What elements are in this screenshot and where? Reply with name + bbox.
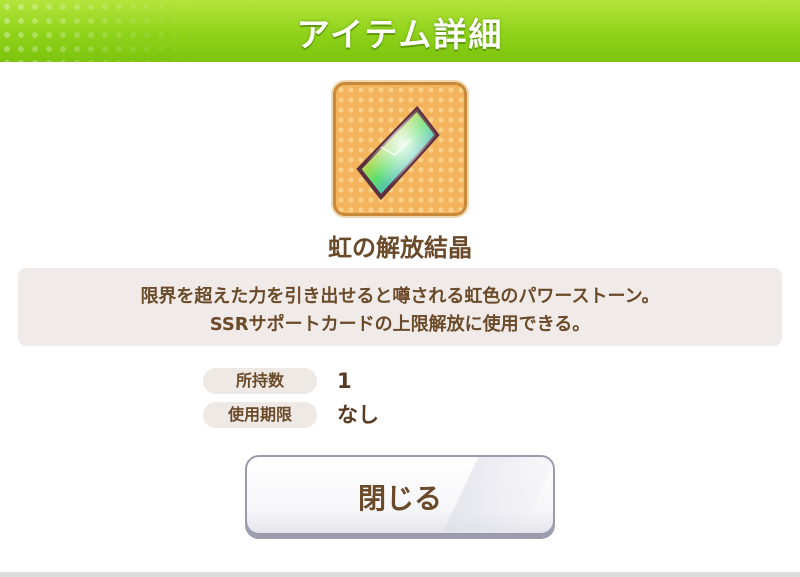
info-row-quantity: 所持数 1 [0, 366, 800, 396]
description-line-1: 限界を超えた力を引き出せると噂される虹色のパワーストーン。 [140, 286, 660, 307]
info-row-expiry: 使用期限 なし [0, 400, 800, 430]
description-line-2: SSRサポートカードの上限解放に使用できる。 [209, 314, 591, 335]
item-detail-dialog: アイテム詳細 虹の解放結晶 限界を超えた力を引き出せると噂される虹色のパワースト… [0, 0, 800, 577]
quantity-value: 1 [337, 369, 352, 393]
expiry-label: 使用期限 [203, 402, 317, 428]
description-box: 限界を超えた力を引き出せると噂される虹色のパワーストーン。 SSRサポートカード… [18, 268, 782, 346]
expiry-value: なし [337, 403, 379, 427]
item-icon-frame [333, 82, 467, 216]
quantity-label: 所持数 [203, 368, 317, 394]
close-button[interactable]: 閉じる [245, 455, 555, 535]
dialog-bottom-edge [0, 572, 800, 577]
dialog-title: アイテム詳細 [296, 15, 504, 54]
dialog-header: アイテム詳細 [0, 0, 800, 62]
close-button-label: 閉じる [357, 482, 442, 515]
item-name: 虹の解放結晶 [328, 234, 472, 262]
rainbow-crystal-icon [356, 105, 440, 201]
